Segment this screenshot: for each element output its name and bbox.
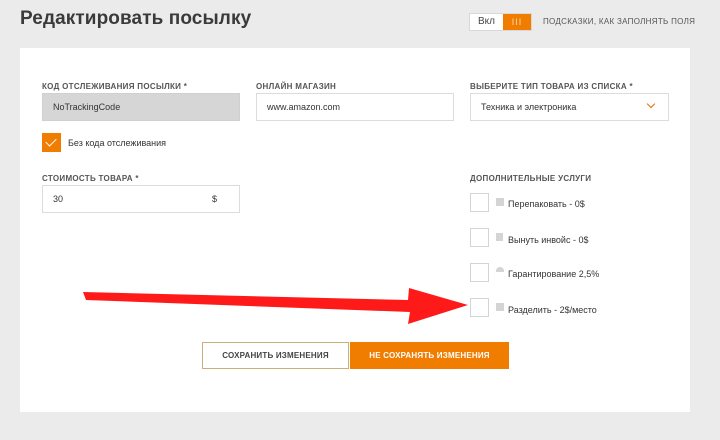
umbrella-icon (496, 267, 504, 272)
price-value: 30 (53, 194, 64, 204)
page-title: Редактировать посылку (20, 8, 252, 29)
service-checkbox-split[interactable] (470, 298, 489, 317)
category-value: Техника и электроника (481, 102, 577, 112)
services-label: ДОПОЛНИТЕЛЬНЫЕ УСЛУГИ (470, 174, 592, 183)
price-label: СТОИМОСТЬ ТОВАРА * (42, 174, 139, 183)
box-icon (496, 198, 504, 206)
service-label-invoice: Вынуть инвойс - 0$ (508, 235, 589, 245)
shop-label: ОНЛАЙН МАГАЗИН (256, 82, 337, 91)
price-input[interactable]: 30 $ (42, 185, 240, 213)
dont-save-button[interactable]: НЕ СОХРАНЯТЬ ИЗМЕНЕНИЯ (350, 342, 509, 369)
save-button[interactable]: СОХРАНИТЬ ИЗМЕНЕНИЯ (202, 342, 349, 369)
document-icon (496, 233, 503, 241)
service-checkbox-invoice[interactable] (470, 228, 489, 247)
boxes-icon (496, 303, 504, 311)
chevron-down-icon (646, 99, 656, 109)
category-label: ВЫБЕРИТЕ ТИП ТОВАРА ИЗ СПИСКА * (470, 82, 633, 91)
shop-input[interactable]: www.amazon.com (256, 93, 454, 121)
service-label-guarantee: Гарантирование 2,5% (508, 269, 600, 279)
no-tracking-checkbox[interactable] (42, 133, 61, 152)
category-select[interactable]: Техника и электроника (470, 93, 669, 121)
no-tracking-label: Без кода отслеживания (68, 138, 167, 148)
toggle-knob[interactable]: III (503, 14, 531, 30)
toggle-on-label: Вкл (478, 16, 495, 27)
currency-symbol: $ (211, 194, 217, 204)
tracking-label: КОД ОТСЛЕЖИВАНИЯ ПОСЫЛКИ * (42, 82, 188, 91)
service-label-split: Разделить - 2$/место (508, 305, 597, 315)
tracking-input[interactable]: NoTrackingCode (42, 93, 240, 121)
service-label-repack: Перепаковать - 0$ (508, 199, 585, 209)
service-checkbox-guarantee[interactable] (470, 263, 489, 282)
hints-label: ПОДСКАЗКИ, КАК ЗАПОЛНЯТЬ ПОЛЯ (543, 17, 696, 26)
service-checkbox-repack[interactable] (470, 193, 489, 212)
hints-toggle[interactable]: Вкл III (469, 13, 532, 31)
